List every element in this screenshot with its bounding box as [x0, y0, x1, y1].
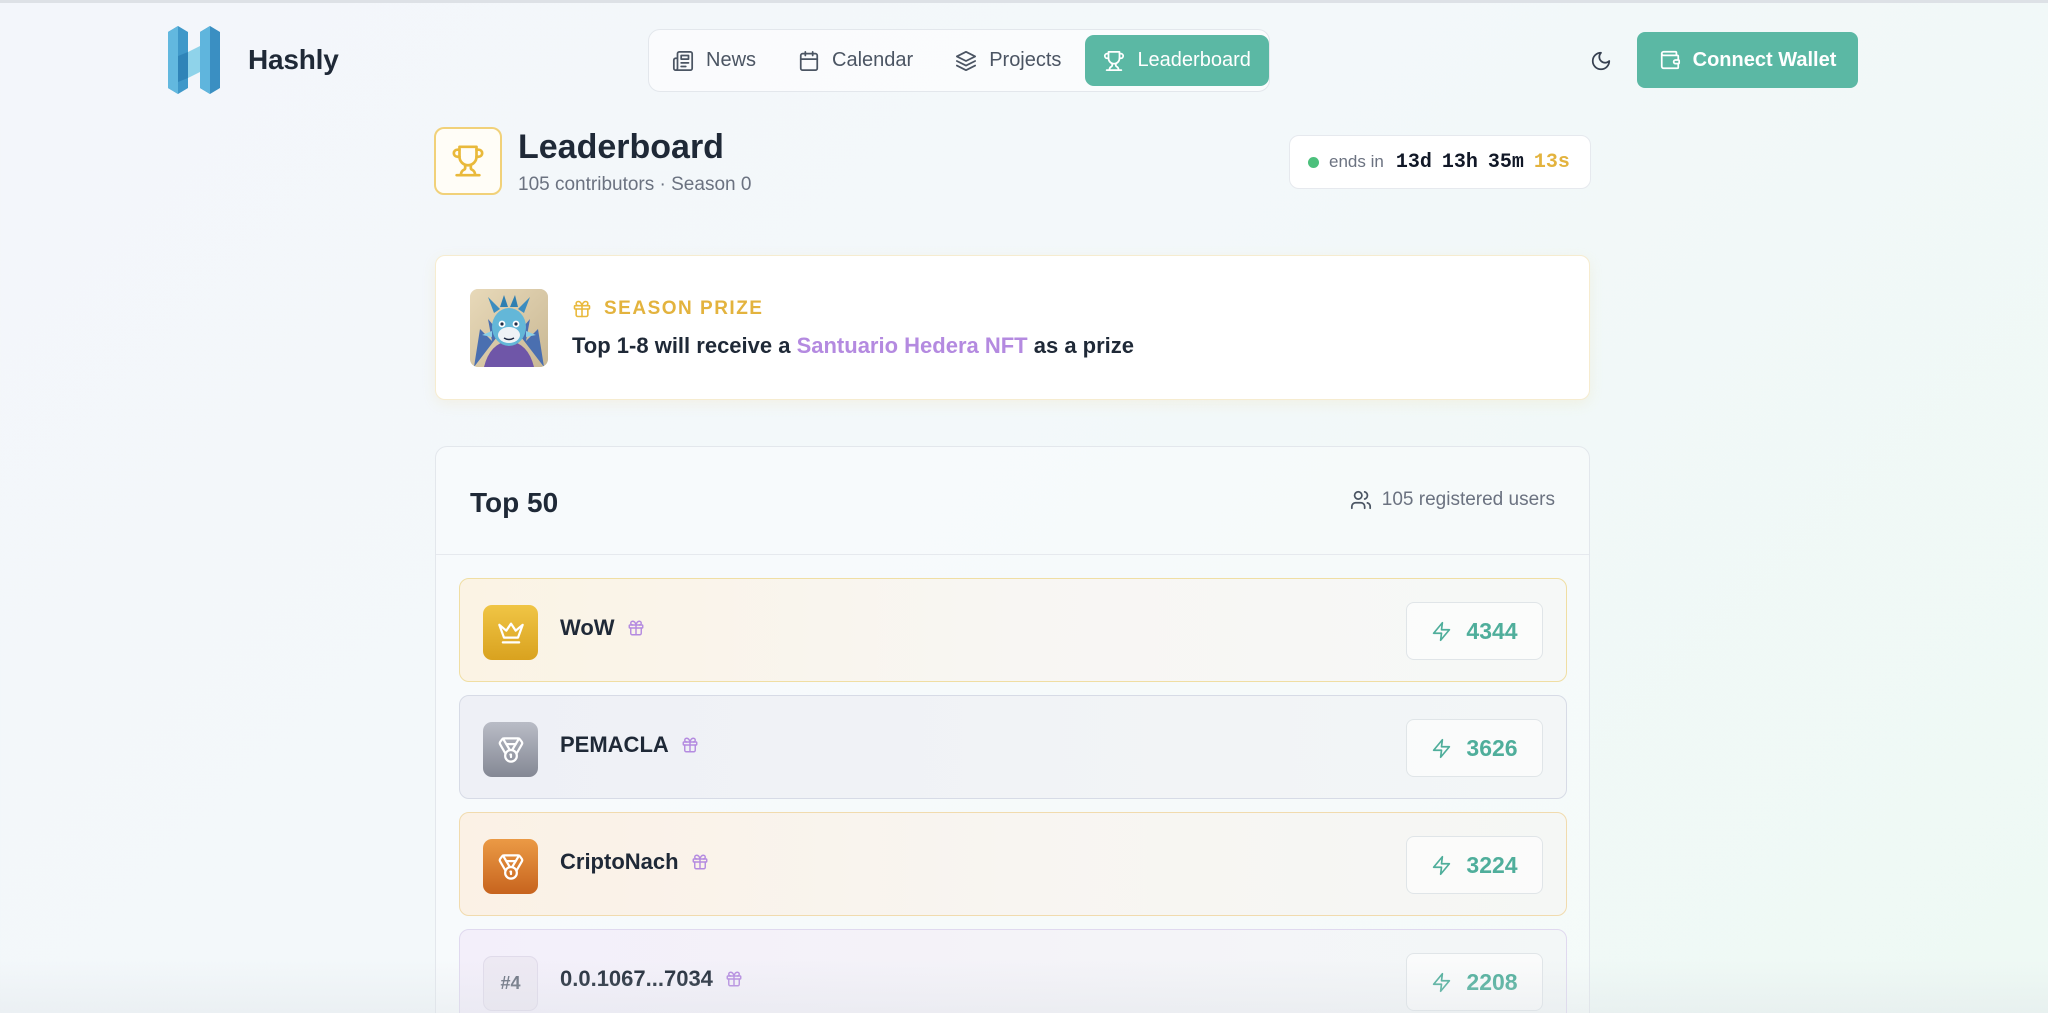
countdown-minutes: 35m	[1487, 150, 1524, 174]
user-score: 3224	[1406, 836, 1543, 894]
gift-icon	[682, 737, 698, 753]
page-title: Leaderboard	[518, 128, 724, 166]
brand[interactable]: Hashly	[166, 26, 339, 94]
rank-badge-bronze	[483, 839, 538, 894]
leaderboard-panel: Top 50 105 registered users WoW 4344 PEM…	[435, 446, 1590, 1013]
leaderboard-header: Top 50 105 registered users	[436, 447, 1589, 555]
wallet-icon	[1660, 50, 1680, 70]
nav-item-leaderboard[interactable]: Leaderboard	[1085, 35, 1269, 86]
leaderboard-row[interactable]: CriptoNach 3224	[459, 812, 1567, 916]
page-subtitle: 105 contributors · Season 0	[518, 174, 752, 195]
calendar-icon	[799, 50, 819, 71]
registered-users-count: 105 registered users	[1381, 489, 1555, 510]
registered-users: 105 registered users	[1350, 489, 1555, 511]
prize-nft-link[interactable]: Santuario Hedera NFT	[797, 333, 1028, 358]
brand-name: Hashly	[248, 44, 339, 75]
theme-toggle-button[interactable]	[1586, 46, 1616, 76]
live-status-dot	[1308, 156, 1319, 168]
user-score-value: 2208	[1466, 968, 1518, 995]
user-score: 4344	[1406, 602, 1543, 660]
leaderboard-row[interactable]: PEMACLA 3626	[459, 695, 1567, 799]
app-header: Hashly News Calendar Projects Leaderboar…	[0, 0, 2048, 120]
season-countdown: ends in 13d 13h 35m 13s	[1289, 135, 1591, 189]
zap-icon	[1433, 972, 1451, 992]
leaderboard-row[interactable]: #4 0.0.1067...7034 2208	[459, 929, 1567, 1013]
connect-wallet-label: Connect Wallet	[1692, 48, 1837, 71]
crown-icon	[497, 622, 524, 643]
prize-text-after: as a prize	[1027, 333, 1135, 358]
user-score-value: 3224	[1466, 851, 1518, 878]
rank-badge-silver	[483, 722, 538, 777]
medal-icon	[498, 736, 523, 763]
page-trophy-badge	[434, 127, 502, 195]
prize-description: Top 1-8 will receive a Santuario Hedera …	[572, 333, 1134, 359]
countdown-label: ends in	[1329, 152, 1384, 171]
nav-item-calendar[interactable]: Calendar	[780, 35, 931, 86]
user-score: 2208	[1406, 953, 1543, 1011]
moon-icon	[1591, 51, 1611, 71]
users-icon	[1350, 490, 1371, 510]
user-name[interactable]: PEMACLA	[560, 732, 699, 758]
countdown-days: 13d	[1395, 150, 1432, 174]
dragon-nft-illustration	[470, 289, 548, 367]
trophy-icon	[1104, 50, 1125, 71]
prize-label-text: SEASON PRIZE	[604, 298, 764, 319]
user-name[interactable]: WoW	[560, 615, 645, 641]
layers-icon	[956, 50, 977, 71]
season-prize-card: SEASON PRIZE Top 1-8 will receive a Sant…	[435, 255, 1590, 400]
user-name-text: PEMACLA	[560, 732, 669, 757]
nav-label: Projects	[989, 49, 1062, 71]
zap-icon	[1433, 738, 1451, 758]
hashly-logo-icon	[168, 26, 220, 94]
connect-wallet-button[interactable]: Connect Wallet	[1637, 32, 1858, 88]
countdown-seconds: 13s	[1533, 150, 1570, 174]
zap-icon	[1433, 855, 1451, 875]
prize-nft-image[interactable]	[470, 289, 548, 367]
newspaper-icon	[672, 50, 694, 71]
user-name[interactable]: CriptoNach	[560, 849, 709, 875]
user-name-text: 0.0.1067...7034	[560, 966, 713, 991]
nav-item-news[interactable]: News	[654, 35, 774, 86]
user-name-text: CriptoNach	[560, 849, 679, 874]
zap-icon	[1433, 621, 1451, 641]
nav-label: Leaderboard	[1137, 49, 1251, 71]
nav-label: News	[706, 49, 757, 71]
medal-icon	[498, 853, 523, 880]
prize-text-before: Top 1-8 will receive a	[572, 333, 797, 358]
prize-label: SEASON PRIZE	[572, 298, 763, 320]
leaderboard-row[interactable]: WoW 4344	[459, 578, 1567, 682]
nav-item-projects[interactable]: Projects	[937, 35, 1079, 86]
countdown-hours: 13h	[1441, 150, 1478, 174]
user-score: 3626	[1406, 719, 1543, 777]
leaderboard-title: Top 50	[470, 487, 559, 518]
user-name-text: WoW	[560, 615, 615, 640]
gift-icon	[726, 971, 742, 987]
trophy-icon	[452, 145, 484, 177]
user-score-value: 4344	[1466, 617, 1518, 644]
rank-badge: #4	[483, 956, 538, 1011]
rank-badge-gold	[483, 605, 538, 660]
user-name[interactable]: 0.0.1067...7034	[560, 966, 743, 992]
nav-label: Calendar	[832, 49, 914, 71]
user-score-value: 3626	[1466, 734, 1518, 761]
gift-icon	[628, 620, 644, 636]
main-nav: News Calendar Projects Leaderboard	[648, 29, 1270, 92]
gift-icon	[573, 300, 591, 318]
gift-icon	[692, 854, 708, 870]
